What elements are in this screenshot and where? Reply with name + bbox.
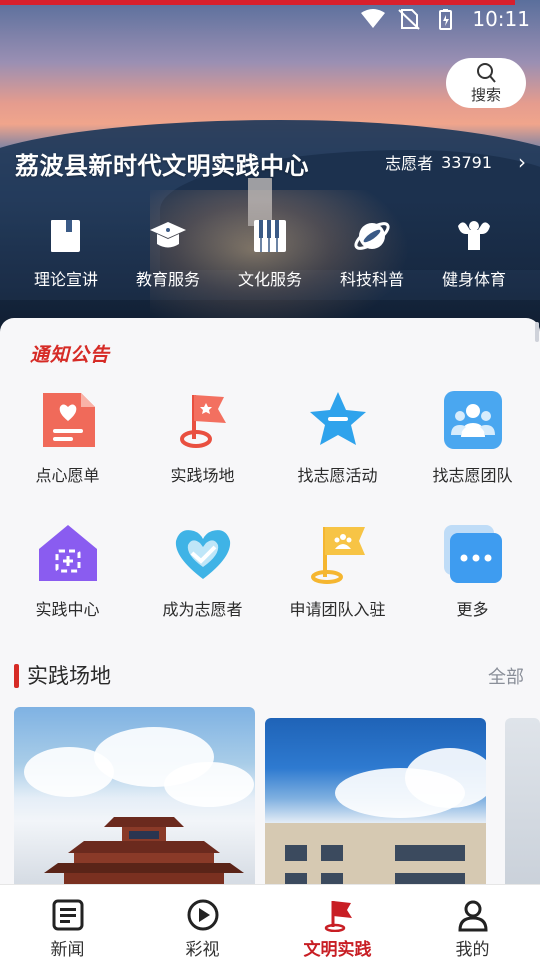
tab-label: 我的: [455, 940, 490, 960]
grid-item-wish-list[interactable]: 点心愿单: [1, 388, 135, 486]
chevron-right-icon: ›: [518, 150, 526, 174]
grid-item-label: 成为志愿者: [162, 600, 243, 619]
venue-card[interactable]: [14, 707, 255, 897]
muscle-icon: [452, 214, 496, 258]
planet-icon: [350, 214, 394, 258]
tab-video[interactable]: 彩视: [153, 897, 253, 960]
status-bar: 10:11: [360, 6, 530, 32]
grid-item-label: 更多: [456, 600, 489, 619]
grid-item-label: 实践中心: [35, 600, 100, 619]
volunteer-count: 33791: [441, 152, 492, 172]
status-time: 10:11: [472, 7, 530, 31]
grid-item-label: 找志愿活动: [297, 466, 378, 485]
tab-news[interactable]: 新闻: [18, 897, 118, 960]
grid-item-find-team[interactable]: 找志愿团队: [406, 388, 540, 486]
search-icon: [477, 62, 496, 83]
heart-icon: [171, 522, 235, 586]
no-sim-icon: [396, 8, 422, 30]
play-icon: [185, 897, 221, 933]
more-icon: [441, 522, 505, 586]
section-title: 实践场地: [27, 664, 111, 688]
scrollbar[interactable]: [535, 322, 539, 342]
screen: 10:11 搜索 荔波县新时代文明实践中心 志愿者 33791 › 理论宣讲 教…: [0, 0, 540, 960]
star-icon: [306, 388, 370, 452]
category-row: 理论宣讲 教育服务 文化服务 科技科普 健身体育: [15, 214, 525, 290]
venue-card[interactable]: [265, 718, 486, 897]
top-accent-line: [0, 0, 515, 5]
house-icon: [36, 522, 100, 586]
tab-label: 彩视: [185, 940, 220, 960]
grid-item-label: 实践场地: [170, 466, 235, 485]
grid-item-practice-venue[interactable]: 实践场地: [136, 388, 270, 486]
page-title: 荔波县新时代文明实践中心: [15, 152, 309, 180]
category-item-theory[interactable]: 理论宣讲: [15, 214, 117, 290]
tab-label: 文明实践: [303, 940, 372, 960]
category-item-science[interactable]: 科技科普: [321, 214, 423, 290]
team-icon: [441, 388, 505, 452]
category-label: 文化服务: [237, 270, 302, 289]
venue-card[interactable]: [505, 718, 540, 897]
flag-pin-icon: [171, 388, 235, 452]
search-label: 搜索: [470, 85, 501, 104]
category-item-culture[interactable]: 文化服务: [219, 214, 321, 290]
grid-item-become-volunteer[interactable]: 成为志愿者: [136, 522, 270, 620]
grid-item-find-activity[interactable]: 找志愿活动: [271, 388, 405, 486]
grid-item-label: 申请团队入驻: [289, 600, 386, 619]
volunteer-label: 志愿者: [385, 154, 434, 173]
view-all-link[interactable]: 全部: [488, 663, 524, 689]
category-label: 健身体育: [441, 270, 506, 289]
feature-grid-row-2: 实践中心 成为志愿者 申请团队入驻 更多: [0, 522, 540, 620]
category-label: 教育服务: [135, 270, 200, 289]
section-accent-bar: [14, 664, 19, 688]
news-icon: [50, 897, 86, 933]
wifi-icon: [360, 8, 386, 30]
window: [395, 845, 465, 861]
team-flag-icon: [306, 522, 370, 586]
grid-item-apply-team[interactable]: 申请团队入驻: [271, 522, 405, 620]
cloud: [164, 762, 254, 807]
wish-list-icon: [36, 388, 100, 452]
battery-icon: [432, 8, 458, 30]
volunteer-count-link[interactable]: 志愿者 33791 ›: [385, 150, 526, 174]
user-icon: [455, 897, 491, 933]
category-label: 理论宣讲: [33, 270, 98, 289]
piano-icon: [248, 214, 292, 258]
search-button[interactable]: 搜索: [446, 58, 526, 108]
bottom-tab-bar: 新闻 彩视 文明实践 我的: [0, 884, 540, 960]
window: [321, 845, 343, 861]
grid-item-more[interactable]: 更多: [406, 522, 540, 620]
window: [285, 845, 307, 861]
tab-civilization-practice[interactable]: 文明实践: [288, 897, 388, 960]
cloud: [405, 748, 486, 808]
grid-item-label: 找志愿团队: [432, 466, 513, 485]
category-item-fitness[interactable]: 健身体育: [423, 214, 525, 290]
book-icon: [44, 214, 88, 258]
category-label: 科技科普: [339, 270, 404, 289]
tab-label: 新闻: [50, 940, 85, 960]
notice-announcement-link[interactable]: 通知公告: [30, 340, 110, 367]
category-item-education[interactable]: 教育服务: [117, 214, 219, 290]
flag-icon: [320, 897, 356, 933]
grid-item-label: 点心愿单: [35, 466, 100, 485]
feature-grid-row-1: 点心愿单 实践场地 找志愿活动 找志愿团队: [0, 388, 540, 486]
tab-mine[interactable]: 我的: [423, 897, 523, 960]
grid-item-practice-center[interactable]: 实践中心: [1, 522, 135, 620]
graduation-cap-icon: [146, 214, 190, 258]
